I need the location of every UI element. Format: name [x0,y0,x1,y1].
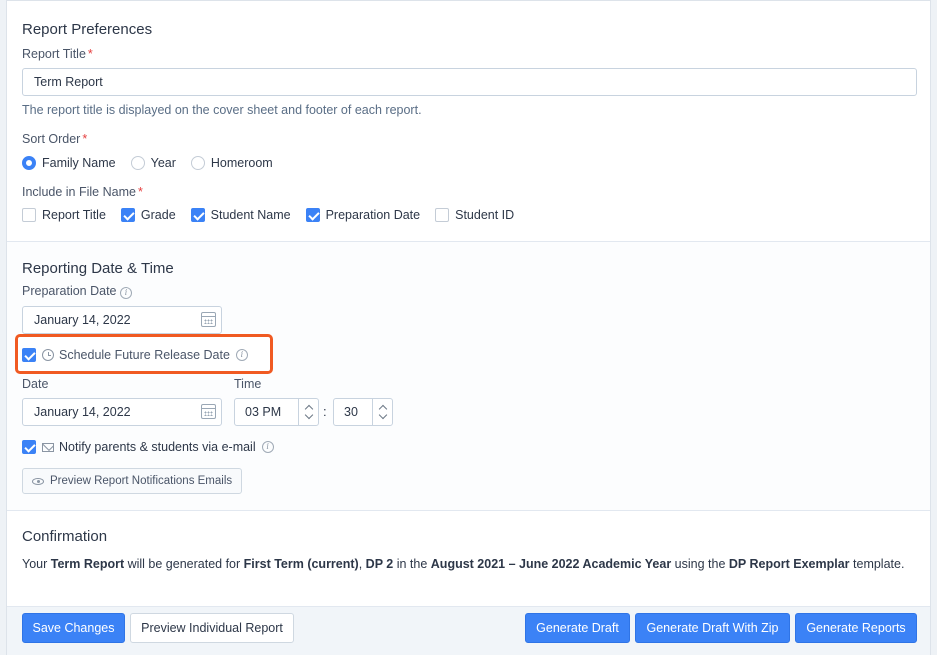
generate-draft-button[interactable]: Generate Draft [525,613,630,643]
file-name-option-student-name[interactable]: Student Name [190,208,291,222]
time-label: Time [234,377,262,391]
checkbox-checked[interactable] [120,208,135,222]
generate-reports-button[interactable]: Generate Reports [795,613,917,643]
preview-individual-report-button[interactable]: Preview Individual Report [130,613,294,643]
preview-notification-emails-button[interactable]: Preview Report Notifications Emails [22,468,243,494]
report-preferences-section: Report Preferences Report Title * Term Re… [7,1,930,242]
section-heading: Reporting Date & Time [22,260,174,277]
required-mark: * [82,132,88,146]
notify-label: Notify parents & students via e-mail [59,440,256,454]
minute-stepper[interactable]: 30 [333,398,393,426]
sort-option-homeroom[interactable]: Homeroom [190,156,273,170]
report-settings-panel: Report Preferences Report Title * Term Re… [6,0,931,655]
confirmation-section: Confirmation Your Term Report will be ge… [7,511,930,606]
calendar-icon[interactable] [201,312,216,327]
file-name-option-preparation-date[interactable]: Preparation Date [305,208,420,222]
action-footer: Save Changes Preview Individual Report G… [7,606,930,655]
up-down-arrows-icon[interactable] [372,399,392,425]
save-changes-button[interactable]: Save Changes [22,613,125,643]
checkbox-checked[interactable] [190,208,205,222]
schedule-label: Schedule Future Release Date [59,348,230,362]
file-name-option-report-title[interactable]: Report Title [22,208,106,222]
report-title-label: Report Title * [22,47,93,61]
generate-draft-zip-button[interactable]: Generate Draft With Zip [635,613,790,643]
checkbox-checked[interactable] [22,440,36,454]
required-mark: * [137,185,143,199]
file-name-option-student-id[interactable]: Student ID [435,208,514,222]
eye-icon [32,477,44,485]
required-mark: * [87,47,93,61]
mail-icon [42,442,54,452]
preparation-date-input[interactable]: January 14, 2022 [22,306,222,334]
info-icon[interactable]: i [261,441,274,453]
confirmation-text: Your Term Report will be generated for F… [22,557,905,571]
info-icon[interactable]: i [235,349,248,361]
sort-order-label: Sort Order * [22,132,88,146]
radio-unselected[interactable] [190,156,205,170]
section-heading: Report Preferences [22,21,153,38]
radio-unselected[interactable] [130,156,145,170]
calendar-icon[interactable] [201,404,216,419]
info-icon[interactable]: i [120,287,132,299]
checkbox-checked[interactable] [22,348,36,362]
sort-option-year[interactable]: Year [130,156,176,170]
checkbox-unchecked[interactable] [435,208,450,222]
clock-icon [42,349,54,361]
checkbox-checked[interactable] [305,208,320,222]
file-name-option-grade[interactable]: Grade [120,208,176,222]
section-heading: Confirmation [22,528,108,545]
file-name-checkbox-group: Report Title Grade Student Name Preparat… [22,206,529,224]
release-date-input[interactable]: January 14, 2022 [22,398,222,426]
up-down-arrows-icon[interactable] [298,399,318,425]
sort-option-family-name[interactable]: Family Name [22,156,116,170]
preparation-date-label: Preparation Date i [22,284,132,299]
time-separator: : [323,404,327,419]
file-name-label: Include in File Name * [22,185,143,199]
report-title-input[interactable]: Term Report [22,68,917,96]
notify-toggle[interactable]: Notify parents & students via e-mail i [22,438,274,456]
date-label: Date [22,377,49,391]
radio-selected[interactable] [22,156,36,170]
sort-order-radio-group: Family Name Year Homeroom [22,154,288,172]
checkbox-unchecked[interactable] [22,208,36,222]
report-title-hint: The report title is displayed on the cov… [22,103,422,117]
hour-stepper[interactable]: 03 PM [234,398,319,426]
schedule-future-release-toggle[interactable]: Schedule Future Release Date i [22,346,248,364]
